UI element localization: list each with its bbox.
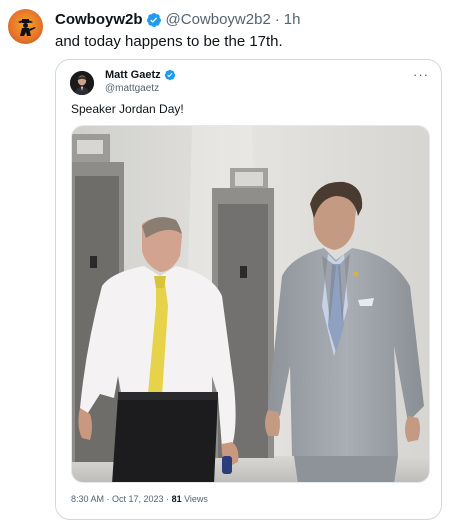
quoted-user-handle[interactable]: @mattgaetz [105,83,159,94]
cowboy-silhouette-icon [18,19,36,36]
more-options-button[interactable]: ··· [413,67,429,82]
views-count: 81 [171,494,182,504]
quoted-display-name[interactable]: Matt Gaetz [105,69,161,81]
quoted-tweet-meta: 8:30 AM · Oct 17, 2023 · 81 Views [71,494,208,504]
quoted-display-name-row: Matt Gaetz [105,69,176,81]
quoted-tweet-photo[interactable] [71,125,430,483]
quoted-tweet[interactable]: Matt Gaetz @mattgaetz ··· Speaker Jordan… [55,59,442,520]
quoted-tweet-text: Speaker Jordan Day! [71,102,184,116]
verified-badge-icon [164,69,175,81]
tweet-text: and today happens to be the 17th. [55,33,283,50]
tweet[interactable]: Cowboyw2b @Cowboyw2b2 · 1h and today hap… [0,0,474,529]
tweet-time[interactable]: 1h [284,10,301,29]
quoted-tweet-timestamp[interactable]: 8:30 AM · Oct 17, 2023 · [71,494,172,504]
person-portrait-icon [70,71,94,95]
display-name[interactable]: Cowboyw2b [55,10,143,29]
views-label: Views [181,494,208,504]
quoted-user-avatar[interactable] [70,71,94,95]
user-avatar[interactable] [8,9,43,44]
photo-two-men-walking-hallway [72,126,429,482]
separator-dot: · [274,11,280,28]
tweet-header: Cowboyw2b @Cowboyw2b2 · 1h [55,10,300,29]
verified-badge-icon [146,12,161,27]
user-handle[interactable]: @Cowboyw2b2 [166,10,271,29]
